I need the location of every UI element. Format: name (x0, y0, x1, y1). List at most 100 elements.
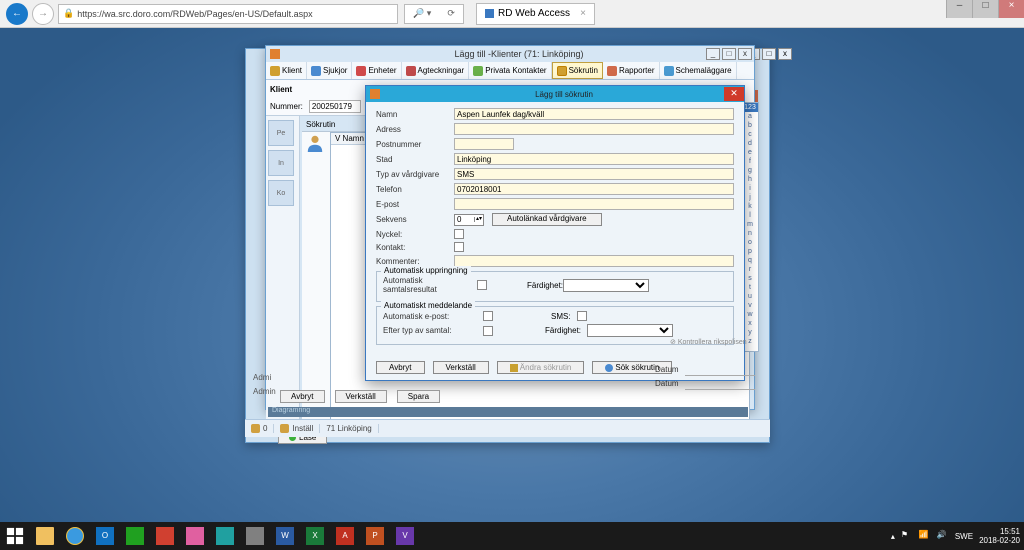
adress-input[interactable] (454, 123, 734, 135)
backwin-close[interactable]: x (778, 48, 792, 60)
toolbar-schemalaggare[interactable]: Schemaläggare (660, 62, 737, 79)
url-controls[interactable]: 🔎 ▾ ⟳ (404, 4, 464, 24)
person-icon (306, 134, 326, 154)
browser-tab[interactable]: RD Web Access × (476, 3, 595, 25)
sidebar-item-in[interactable]: In (268, 150, 294, 176)
status-icon-flag (251, 424, 260, 433)
fs2-epost-checkbox[interactable] (483, 311, 493, 321)
kontakt-checkbox[interactable] (454, 242, 464, 252)
status-cell-0: 0 (245, 424, 274, 433)
diagram-bar: Diagramring (268, 407, 748, 417)
fs2-efter-checkbox[interactable] (483, 326, 493, 336)
tray-flag-icon[interactable]: ⚑ (901, 530, 913, 542)
fs2-epost-label: Automatisk e-post: (383, 312, 477, 321)
namn-label: Namn (376, 110, 454, 119)
taskbar-app7[interactable] (210, 522, 240, 550)
window-controls: _ □ x (706, 48, 752, 60)
sekvens-label: Sekvens (376, 215, 454, 224)
lock-icon: 🔒 (63, 8, 74, 19)
close-button[interactable]: × (998, 0, 1024, 18)
tray-network-icon[interactable]: 📶 (919, 530, 931, 542)
sidebar-item-ko[interactable]: Ko (268, 180, 294, 206)
fs1-legend: Automatisk uppringning (381, 266, 471, 275)
lower-avbryt[interactable]: Avbryt (280, 390, 325, 403)
maximize-button[interactable]: □ (972, 0, 998, 18)
minimize-button[interactable]: – (946, 0, 972, 18)
fs1-fard-select[interactable] (563, 279, 649, 292)
typ-label: Typ av vårdgivare (376, 170, 454, 179)
browser-window-controls: – □ × (946, 0, 1024, 18)
taskbar-ppt[interactable]: P (360, 522, 390, 550)
backwin-max[interactable]: □ (762, 48, 776, 60)
address-bar[interactable]: 🔒 https://wa.src.doro.com/RDWeb/Pages/en… (58, 4, 398, 24)
typ-input[interactable]: SMS (454, 168, 734, 180)
taskbar-excel[interactable]: X (300, 522, 330, 550)
taskbar-ie[interactable] (60, 522, 90, 550)
app-icon (270, 49, 280, 59)
kommentar-label: Kommenter: (376, 257, 454, 266)
tray-up-icon[interactable]: ▴ (891, 532, 895, 541)
sekvens-spinner[interactable]: 0 (454, 214, 484, 226)
taskbar-vs[interactable]: V (390, 522, 420, 550)
tray-lang[interactable]: SWE (955, 532, 973, 541)
nyckel-checkbox[interactable] (454, 229, 464, 239)
status-cell-2: 71 Linköping (320, 424, 378, 433)
fs1-auto-checkbox[interactable] (477, 280, 487, 290)
toolbar-rapporter[interactable]: Rapporter (603, 62, 660, 79)
namn-input[interactable]: Aspen Launfek dag/kväll (454, 108, 734, 120)
stad-input[interactable]: Linköping (454, 153, 734, 165)
sidebar-item-pe[interactable]: Pe (268, 120, 294, 146)
list-col-namn[interactable]: V Namn (331, 133, 369, 144)
taskbar-outlook[interactable]: O (90, 522, 120, 550)
nummer-field[interactable] (309, 100, 361, 113)
dialog-close-button[interactable]: ✕ (724, 87, 744, 101)
fs2-sms-label: SMS: (551, 312, 571, 321)
start-button[interactable] (0, 522, 30, 550)
url-text: https://wa.src.doro.com/RDWeb/Pages/en-U… (77, 9, 312, 19)
taskbar-explorer[interactable] (30, 522, 60, 550)
win-max[interactable]: □ (722, 48, 736, 60)
taskbar-word[interactable]: W (270, 522, 300, 550)
telefon-input[interactable]: 0702018001 (454, 183, 734, 195)
report-icon (607, 66, 617, 76)
tray-volume-icon[interactable]: 🔊 (937, 530, 949, 542)
controller-label: ⊘ Kontrollera rikspolisen (670, 338, 747, 346)
nav-forward-button[interactable]: → (32, 3, 54, 25)
taskbar-store[interactable] (120, 522, 150, 550)
tray-clock[interactable]: 15:51 2018-02-20 (979, 527, 1020, 545)
taskbar-app8[interactable] (240, 522, 270, 550)
toolbar-sokrutin[interactable]: Sökrutin (552, 62, 603, 79)
toolbar-agteckningar[interactable]: Agteckningar (402, 62, 470, 79)
nyckel-label: Nyckel: (376, 230, 454, 239)
toolbar-privata[interactable]: Privata Kontakter (469, 62, 551, 79)
lower-verkstall[interactable]: Verkställ (335, 390, 387, 403)
fs2-sms-checkbox[interactable] (577, 311, 587, 321)
taskbar-app5[interactable] (150, 522, 180, 550)
system-tray[interactable]: ▴ ⚑ 📶 🔊 SWE 15:51 2018-02-20 (891, 527, 1024, 545)
fs1-auto-label: Automatisk samtalsresultat (383, 276, 477, 294)
kommentar-input[interactable] (454, 255, 734, 267)
toolbar-klient[interactable]: Klient (266, 62, 307, 79)
fs2-fard-select[interactable] (587, 324, 673, 337)
nav-back-button[interactable]: ← (6, 3, 28, 25)
fs2-legend: Automatiskt meddelande (381, 301, 475, 310)
status-cell-1: Inställ (274, 424, 320, 433)
lower-spara[interactable]: Spara (397, 390, 440, 403)
contacts-icon (473, 66, 483, 76)
taskbar-app6[interactable] (180, 522, 210, 550)
refresh-icon[interactable]: ⟳ (447, 8, 455, 19)
toolbar-enheter[interactable]: Enheter (352, 62, 401, 79)
search-dropdown-icon[interactable]: 🔎 ▾ (413, 8, 431, 19)
device-icon (356, 66, 366, 76)
autolink-button[interactable]: Autolänkad vårdgivare (492, 213, 602, 226)
adress-label: Adress (376, 125, 454, 134)
win-close[interactable]: x (738, 48, 752, 60)
nurse-icon (311, 66, 321, 76)
taskbar-pdf[interactable]: A (330, 522, 360, 550)
epost-input[interactable] (454, 198, 734, 210)
postnummer-input[interactable] (454, 138, 514, 150)
toolbar-sjukjoer[interactable]: Sjukjor (307, 62, 352, 79)
tab-close-icon[interactable]: × (580, 8, 586, 19)
stad-label: Stad (376, 155, 454, 164)
win-min[interactable]: _ (706, 48, 720, 60)
